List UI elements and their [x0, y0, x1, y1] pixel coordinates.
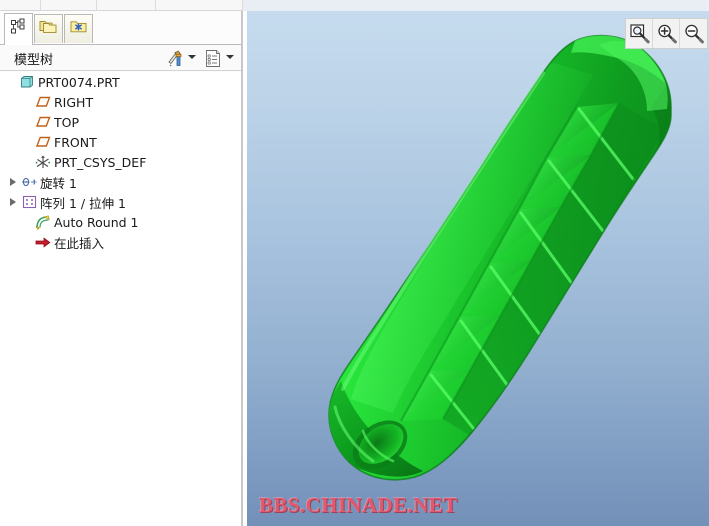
list-item-label: Auto Round 1 [54, 214, 139, 230]
list-item-label: 在此插入 [54, 235, 105, 251]
zoom-in-icon[interactable] [653, 19, 680, 48]
folder-star-icon [69, 18, 88, 40]
revolve-icon [20, 175, 38, 189]
datum-plane-icon [34, 96, 52, 108]
datum-plane-icon [34, 136, 52, 148]
tree-tab-row [0, 12, 241, 45]
tools-icon[interactable] [165, 48, 185, 68]
pattern-icon [20, 195, 38, 209]
tree-panel-title: 模型树 [14, 53, 54, 68]
zoom-toolbar [625, 18, 708, 49]
folders-icon [39, 18, 58, 40]
part-icon [18, 75, 36, 89]
list-item[interactable]: RIGHT [0, 92, 241, 112]
list-item-label: 旋转 1 [40, 175, 77, 191]
list-item[interactable]: FRONT [0, 132, 241, 152]
expander-toggle[interactable] [6, 178, 20, 186]
zoom-area-icon[interactable] [626, 19, 653, 48]
list-item[interactable]: TOP [0, 112, 241, 132]
hierarchy-icon [10, 18, 27, 40]
tab-model-tree[interactable] [4, 13, 33, 44]
watermark-text: BBS.CHINADE.NET [259, 493, 458, 517]
csys-icon [34, 154, 52, 170]
list-item-label: PRT0074.PRT [38, 74, 120, 90]
model-tree-panel: 模型树 PRT0074.PRT RIGHT TOP FRONT PRT_CSYS… [0, 11, 243, 526]
zoom-out-icon[interactable] [680, 19, 707, 48]
display-chevron-down-icon[interactable] [226, 55, 234, 59]
list-item[interactable]: PRT0074.PRT [0, 72, 241, 92]
list-settings-icon[interactable] [203, 48, 223, 68]
list-item-label: 阵列 1 / 拉伸 1 [40, 195, 127, 211]
graphics-viewport[interactable] [247, 11, 709, 526]
tab-folder-browser[interactable] [34, 14, 63, 43]
tree-header-bar: 模型树 [0, 45, 241, 71]
auto-round-icon [34, 214, 52, 230]
model-tree-list: PRT0074.PRT RIGHT TOP FRONT PRT_CSYS_DEF… [0, 72, 241, 526]
top-strip-right [243, 0, 709, 11]
list-item-label: TOP [54, 114, 80, 130]
diamond-knurled-grip-model [328, 34, 672, 481]
list-item[interactable]: 阵列 1 / 拉伸 1 [0, 192, 241, 212]
list-item[interactable]: PRT_CSYS_DEF [0, 152, 241, 172]
pro-engineer-window: 模型树 PRT0074.PRT RIGHT TOP FRONT PRT_CSYS… [0, 0, 709, 526]
list-item[interactable]: 在此插入 [0, 232, 241, 252]
list-item-label: PRT_CSYS_DEF [54, 154, 147, 170]
list-item-label: FRONT [54, 134, 97, 150]
tools-chevron-down-icon[interactable] [188, 55, 196, 59]
list-item[interactable]: 旋转 1 [0, 172, 241, 192]
tab-favorites[interactable] [64, 14, 93, 43]
list-item[interactable]: Auto Round 1 [0, 212, 241, 232]
insert-here-icon [34, 236, 52, 249]
datum-plane-icon [34, 116, 52, 128]
list-item-label: RIGHT [54, 94, 94, 110]
expander-toggle[interactable] [6, 198, 20, 206]
